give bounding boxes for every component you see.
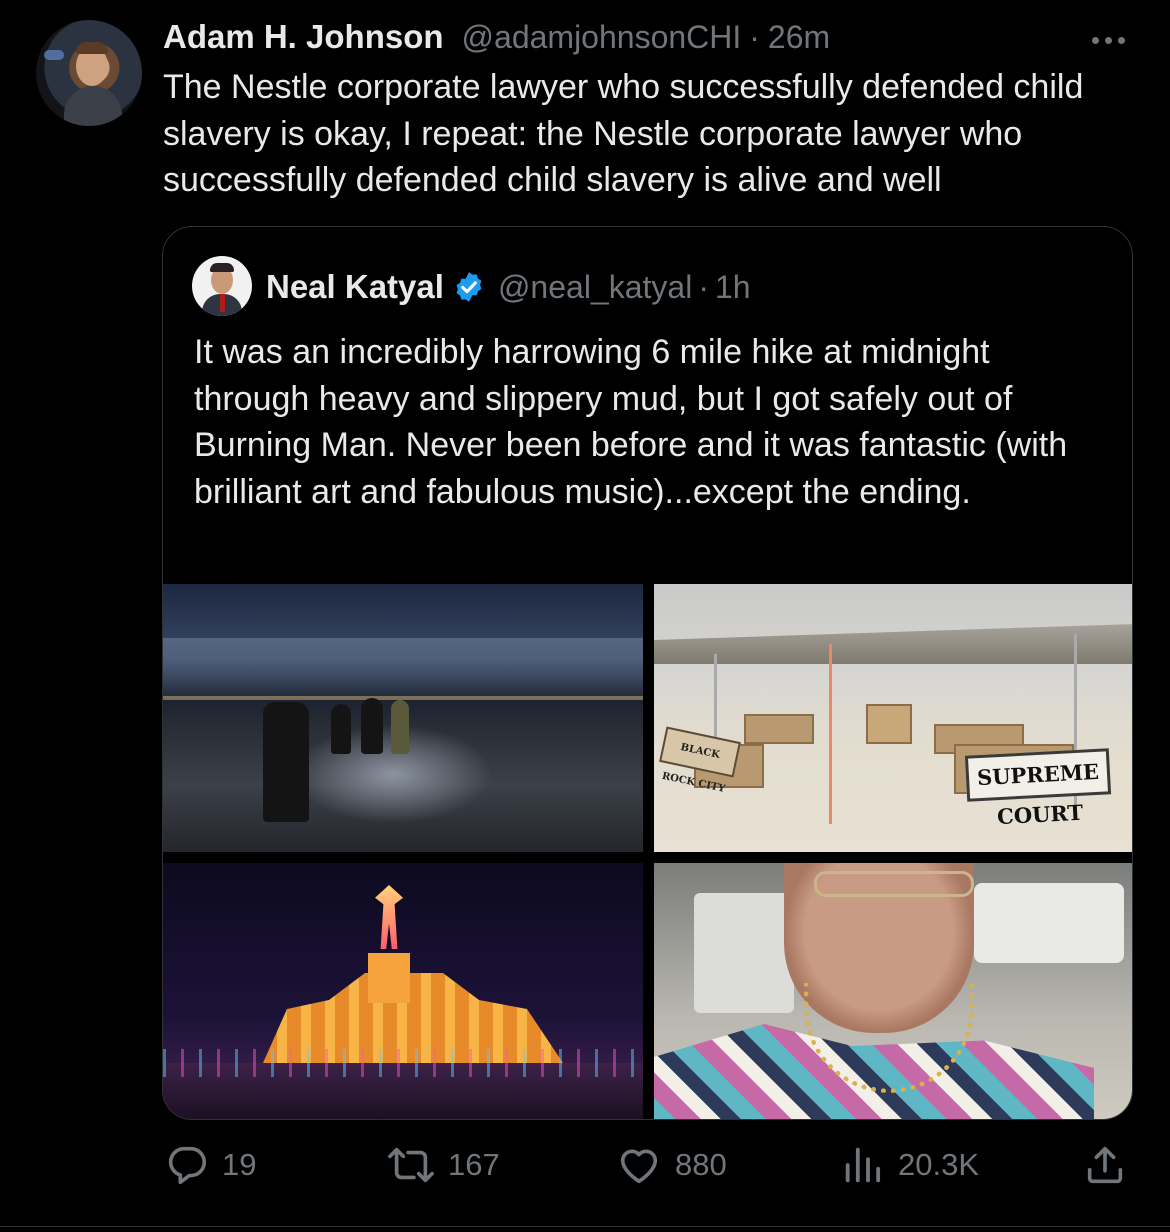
photo-person [331, 704, 351, 754]
quote-author-name[interactable]: Neal Katyal [266, 268, 444, 306]
avatar-tie [220, 294, 225, 312]
photo-black-rock-city-sign: BLACK ROCK CITY [659, 726, 741, 795]
photo-rv-left [694, 893, 794, 1013]
quoted-tweet[interactable]: Neal Katyal @neal_katyal · 1h It was an … [162, 226, 1133, 1120]
author-name[interactable]: Adam H. Johnson [163, 18, 444, 56]
views-chart-icon [845, 1147, 881, 1183]
reply-count: 19 [222, 1147, 257, 1182]
tweet-header: Adam H. Johnson @adamjohnsonCHI · 26m [163, 18, 830, 58]
photo-selfie[interactable] [654, 863, 1132, 1119]
photo-podium [866, 704, 912, 744]
quote-text: It was an incredibly harrowing 6 mile hi… [194, 333, 1068, 511]
photo-clouds [163, 638, 643, 698]
heart-icon [620, 1149, 658, 1184]
tweet-actions: 19 167 880 20.3K [160, 1140, 1140, 1190]
photo-bench [744, 714, 814, 744]
tweet-text: The Nestle corporate lawyer who successf… [163, 68, 1084, 199]
views-button[interactable]: 20.3K [840, 1140, 979, 1190]
avatar-hair [76, 42, 108, 54]
photo-person [391, 700, 409, 754]
photo-person [361, 698, 383, 754]
quote-header-separator: · [698, 268, 709, 305]
verified-badge-icon [456, 272, 482, 302]
retweet-icon [388, 1147, 434, 1183]
photo-glasses [814, 871, 974, 897]
quote-header: Neal Katyal @neal_katyal · 1h [266, 267, 751, 307]
reply-button[interactable]: 19 [164, 1140, 256, 1190]
retweet-count: 167 [448, 1147, 500, 1182]
quote-time[interactable]: 1h [715, 269, 751, 306]
photo-horizon [163, 696, 643, 700]
photo-burning-man-temple[interactable] [163, 863, 643, 1119]
tweet[interactable]: Adam H. Johnson @adamjohnsonCHI · 26m Th… [0, 0, 1170, 1232]
tweet-time[interactable]: 26m [768, 19, 830, 56]
reply-icon [168, 1146, 207, 1185]
tweet-divider [0, 1226, 1170, 1227]
share-icon [1087, 1146, 1123, 1184]
more-dot [1091, 36, 1099, 44]
more-dot [1104, 36, 1112, 44]
photo-person [263, 702, 309, 822]
photo-pole [829, 644, 832, 824]
avatar-shirt [64, 86, 122, 126]
photo-bike-lights [163, 1049, 643, 1077]
author-avatar[interactable] [36, 20, 142, 126]
photo-rv-right [974, 883, 1124, 963]
media-grid: BLACK ROCK CITY SUPREME COURT [163, 584, 1132, 1119]
views-count: 20.3K [898, 1147, 980, 1182]
quote-author-handle[interactable]: @neal_katyal [498, 269, 692, 306]
share-button[interactable] [1082, 1140, 1128, 1190]
more-horizontal-icon[interactable] [1084, 28, 1132, 52]
photo-canopy [654, 624, 1132, 664]
like-count: 880 [675, 1147, 727, 1182]
photo-tower [368, 953, 410, 1003]
photo-the-man-figure [375, 885, 403, 949]
author-handle[interactable]: @adamjohnsonCHI [462, 19, 742, 56]
photo-supreme-court-camp[interactable]: BLACK ROCK CITY SUPREME COURT [654, 584, 1132, 852]
photo-supreme-court-sign: SUPREME COURT [964, 748, 1112, 829]
quote-author-avatar[interactable] [192, 256, 252, 316]
photo-night-mud-hike[interactable] [163, 584, 643, 852]
retweet-button[interactable]: 167 [386, 1140, 500, 1190]
avatar-background-light [44, 50, 64, 60]
avatar-hair [210, 263, 234, 272]
header-separator: · [749, 19, 760, 55]
more-dot [1117, 36, 1125, 44]
like-button[interactable]: 880 [615, 1140, 727, 1190]
